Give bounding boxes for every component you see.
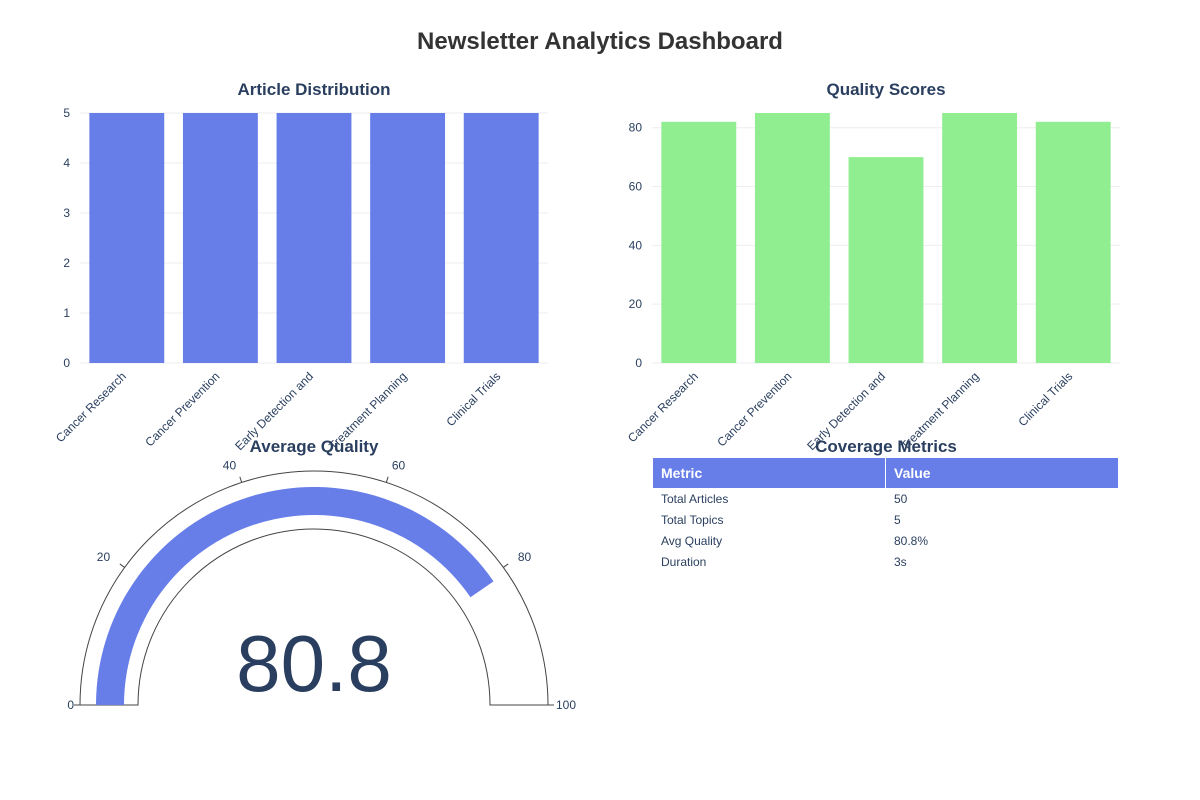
gauge-tick-label: 100 [556,698,576,712]
x-tick-label: Cancer Research [53,369,129,445]
gauge-tick [239,476,243,483]
x-tick-label: Cancer Prevention [142,369,222,449]
bar [754,113,830,363]
y-tick-label: 0 [63,356,70,370]
bar [942,113,1018,363]
gauge-tick [119,563,125,568]
bar [661,121,737,363]
metric-name-cell: Total Topics [652,509,886,531]
table-row: Avg Quality 80.8% [652,530,1119,552]
gauge-tick-label: 60 [392,458,406,472]
coverage-metrics-table: Metric Value Total Articles 50 Total Topic… [652,457,1119,573]
metric-value-cell: 3s [885,551,1119,573]
gauge-tick-label: 80 [518,550,532,564]
x-tick-label: Clinical Trials [443,369,503,429]
bar [182,113,258,363]
quality-scores-title: Quality Scores [826,80,945,99]
coverage-metrics-title: Coverage Metrics [815,437,957,456]
bar [848,157,924,363]
metric-value-cell: 5 [885,509,1119,531]
x-tick-label: Cancer Prevention [714,369,794,449]
y-tick-label: 20 [629,297,643,311]
table-row: Total Topics 5 [652,509,1119,531]
bar [370,113,446,363]
article-distribution-title: Article Distribution [237,80,390,99]
metric-value-cell: 50 [885,488,1119,510]
gauge-tick-label: 20 [97,550,111,564]
average-quality-gauge: 0 20 40 60 80 100 80.8 [67,458,576,712]
y-tick-label: 60 [629,180,643,194]
table-header-row: Metric Value [652,457,1119,489]
metric-value-cell: 80.8% [885,530,1119,552]
gauge-tick-label: 0 [67,698,74,712]
bar [1035,121,1111,363]
quality-scores-chart: 0 20 40 60 80 Cancer Research Cancer Preventio… [625,113,1120,453]
gauge-tick-label: 40 [223,458,237,472]
bar [89,113,165,363]
column-header-value: Value [885,457,1119,489]
gauge-tick [503,563,509,568]
article-distribution-chart: 012345Cancer Research Cancer Prevention Ea… [53,106,548,453]
metric-name-cell: Total Articles [652,488,886,510]
y-tick-label: 2 [63,256,70,270]
y-tick-label: 1 [63,306,70,320]
table-row: Total Articles 50 [652,488,1119,510]
metric-name-cell: Duration [652,551,886,573]
y-tick-label: 4 [63,156,70,170]
gauge-value-label: 80.8 [236,619,392,708]
average-quality-title: Average Quality [250,437,379,456]
y-tick-label: 5 [63,106,70,120]
x-tick-label: Clinical Trials [1015,369,1075,429]
x-tick-label: Cancer Research [625,369,701,445]
y-tick-label: 3 [63,206,70,220]
charts-canvas: Article Distribution Quality Scores 0 1 2 3… [53,80,1120,712]
y-tick-label: 40 [629,238,643,252]
coverage-metrics-table-container: Metric Value Total Articles 50 Total Topic… [652,457,1119,573]
gauge-tick [385,476,389,483]
y-tick-label: 80 [629,121,643,135]
bar [276,113,352,363]
y-tick-label: 0 [635,356,642,370]
bar [463,113,539,363]
metric-name-cell: Avg Quality [652,530,886,552]
table-row: Duration 3s [652,551,1119,573]
column-header-metric: Metric [652,457,886,489]
